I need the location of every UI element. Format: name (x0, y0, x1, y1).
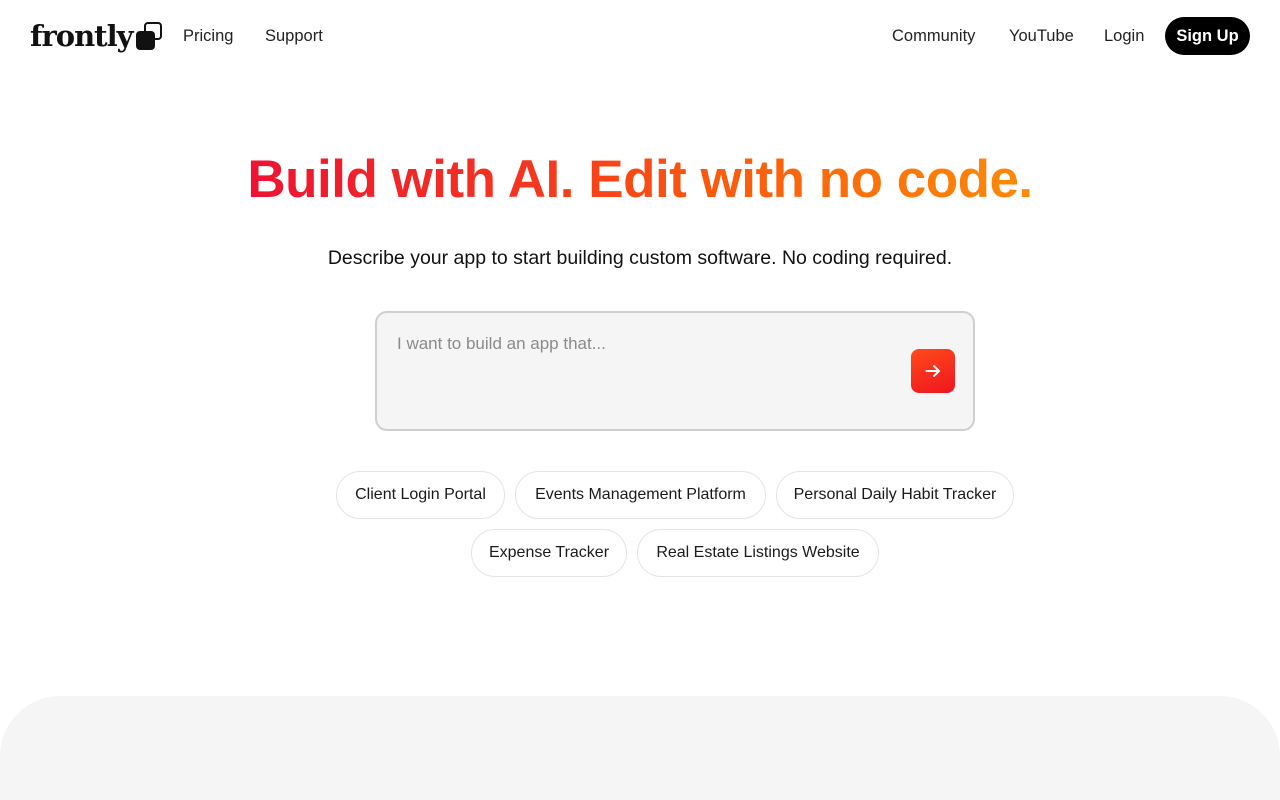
suggestion-chip-personal-daily-habit-tracker[interactable]: Personal Daily Habit Tracker (776, 471, 1014, 519)
nav-link-youtube[interactable]: YouTube (1009, 26, 1074, 46)
suggestion-chip-expense-tracker[interactable]: Expense Tracker (471, 529, 627, 577)
suggestion-chip-real-estate-listings-website[interactable]: Real Estate Listings Website (637, 529, 879, 577)
sign-up-button[interactable]: Sign Up (1165, 17, 1250, 55)
hero-title-text: Build with AI. Edit with no code. (247, 150, 1033, 209)
next-section-panel (0, 696, 1280, 800)
app-prompt-box (375, 311, 975, 431)
submit-prompt-button[interactable] (911, 349, 955, 393)
app-description-input[interactable] (397, 333, 897, 413)
nav-link-pricing[interactable]: Pricing (183, 26, 233, 46)
arrow-right-icon (925, 365, 940, 377)
nav-link-login[interactable]: Login (1104, 26, 1144, 46)
nav-link-community[interactable]: Community (892, 26, 975, 46)
suggestion-chip-events-management-platform[interactable]: Events Management Platform (515, 471, 766, 519)
top-navigation: frontly Pricing Support Community YouTub… (0, 0, 1280, 72)
hero-subtitle: Describe your app to start building cust… (327, 247, 953, 269)
nav-link-support[interactable]: Support (265, 26, 323, 46)
hero-title: Build with AI. Edit with no code. (0, 148, 1280, 212)
frontly-logo[interactable]: frontly (30, 18, 163, 54)
overlapping-squares-icon (136, 22, 163, 50)
suggestion-chip-client-login-portal[interactable]: Client Login Portal (336, 471, 505, 519)
logo-text: frontly (30, 19, 133, 53)
